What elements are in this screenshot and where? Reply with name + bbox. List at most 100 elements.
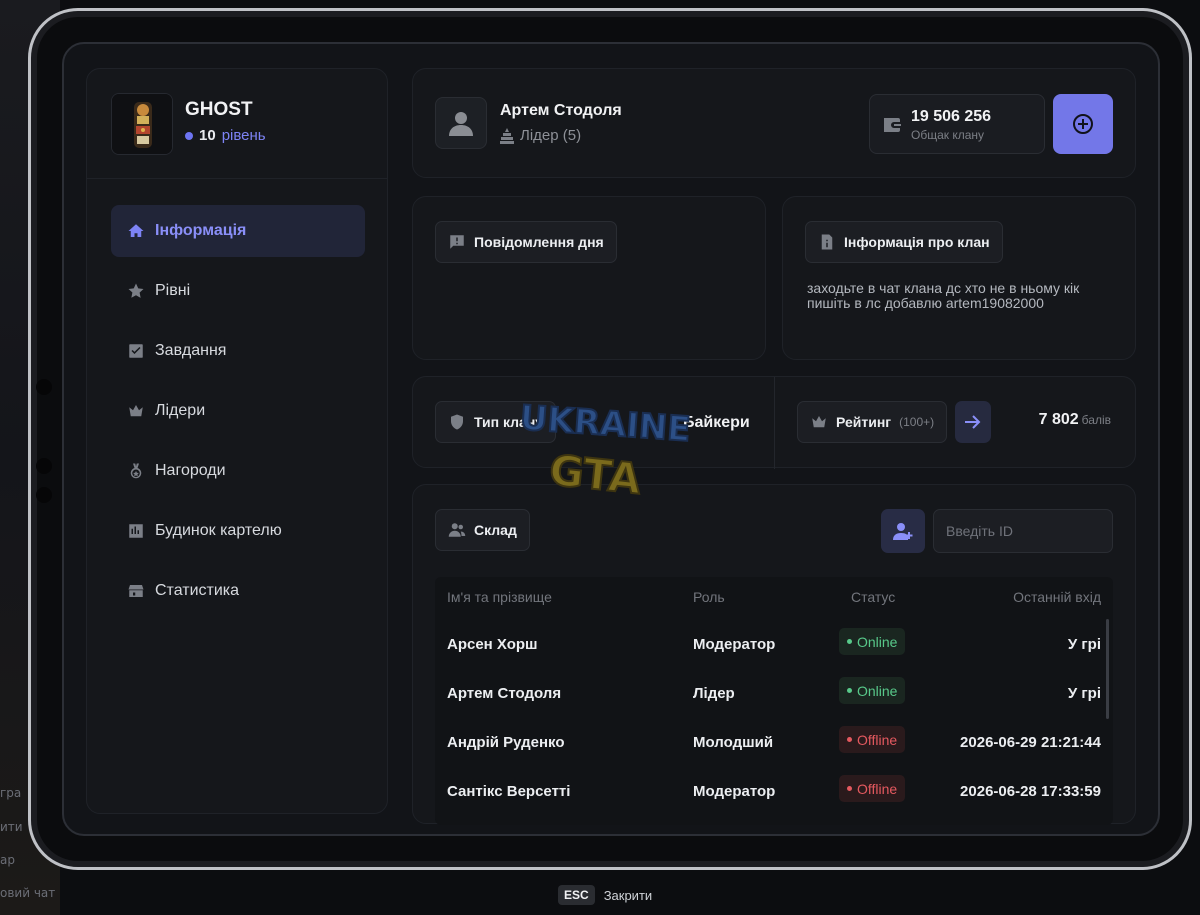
table-scrollbar[interactable] [1106,619,1109,719]
status-dot-icon [847,737,852,742]
sidebar-item-label: Будинок картелю [155,522,282,539]
sidebar-item-label: Статистика [155,582,240,599]
user-role: Лідер (5) [500,127,581,144]
member-last-login: У грі [1067,636,1101,653]
invite-member-button[interactable] [881,509,925,553]
column-header-name: Ім'я та прізвище [447,589,552,605]
member-role: Молодший [693,734,774,751]
sidebar-item-label: Завдання [155,342,227,359]
watermark-line2: GTA [547,445,644,503]
clan-info-panel: Інформація про клан заходьте в чат клана… [782,196,1136,360]
status-badge: Online [839,628,906,655]
column-header-role: Роль [693,589,725,605]
bank-label: Общак клану [911,128,985,142]
column-header-status: Статус [851,589,896,605]
close-hint[interactable]: ESC Закрити [558,885,652,905]
column-header-last-login: Останній вхід [1013,589,1101,605]
clan-header: GHOST 10 рівень [87,69,387,179]
add-user-icon [893,523,913,540]
sidebar-item-label: Нагороди [155,462,226,479]
sidebar-item-tasks[interactable]: Завдання [111,325,365,377]
member-last-login: 2026-06-29 21:21:44 [960,734,1101,751]
member-role: Модератор [693,636,776,653]
clan-level-number: 10 [199,127,216,144]
rating-unit: балів [1081,413,1111,427]
status-label: Offline [857,731,898,748]
member-role: Модератор [693,783,776,800]
crown-icon [812,416,826,428]
status-dot-icon [847,688,852,693]
divider [774,377,775,469]
bank-amount: 19 506 256 [911,108,992,125]
clan-emblem-icon [112,94,172,154]
user-name: Артем Стодоля [500,102,622,119]
background-text: гра [0,786,22,800]
clan-avatar [111,93,173,155]
sidebar-item-levels[interactable]: Рівні [111,265,365,317]
arrow-right-icon [965,415,981,429]
status-label: Online [857,682,898,699]
rating-open-button[interactable] [955,401,991,443]
member-name: Арсен Хорш [447,636,538,653]
watermark-line1: UKRAINE [519,398,692,450]
status-dot-icon [847,639,852,644]
esc-key: ESC [558,885,595,905]
alert-message-icon [450,235,464,249]
crown-icon [129,405,143,417]
member-name: Андрій Руденко [447,734,565,751]
sidebar-item-statistics[interactable]: Статистика [111,565,365,617]
members-label: Склад [435,509,530,551]
status-badge: Offline [839,726,906,753]
status-label: Offline [857,780,898,797]
medal-icon [130,463,142,479]
close-label: Закрити [603,887,653,903]
rating-subtitle: (100+) [899,415,935,429]
sidebar-item-cartel-house[interactable]: Будинок картелю [111,505,365,557]
rank-icon [500,127,514,144]
store-icon [128,585,144,597]
table-row[interactable]: Сантікс Версетті Модератор Offline 2026-… [435,766,1113,815]
status-dot-icon [847,786,852,791]
clan-info-text: заходьте в чат клана дс хто не в ньому к… [807,280,1080,311]
user-role-label: Лідер (5) [520,127,582,144]
ukraine-gta-logo-watermark: UKRAINE GTA [518,397,693,505]
members-panel: Склад Ім'я та прізвище Роль Статус Остан… [412,484,1136,825]
message-of-day-panel: Повідомлення дня [412,196,766,360]
sidebar-item-info[interactable]: Інформація [111,205,365,257]
table-row[interactable]: Арсен Хорш Модератор Online У грі [435,619,1113,668]
members-table: Ім'я та прізвище Роль Статус Останній вх… [435,577,1113,825]
checkbox-icon [129,344,143,358]
rating-points: 7 802 [1038,411,1079,428]
table-row[interactable]: Андрій Руденко Молодший Offline 2026-06-… [435,717,1113,766]
star-icon [128,283,144,298]
table-row[interactable]: Артем Стодоля Лідер Online У грі [435,668,1113,717]
rating-label: Рейтинг (100+) [797,401,948,443]
clan-info-title: Інформація про клан [844,234,990,250]
status-label: Online [857,633,898,650]
info-document-icon [821,234,833,250]
user-icon [449,112,473,136]
group-icon [448,523,466,537]
sidebar-item-label: Інформація [155,222,247,239]
shield-icon [451,414,463,430]
deposit-button[interactable] [1053,94,1113,154]
clan-info-label: Інформація про клан [805,221,1003,263]
rating-value: 7 802 балів [1039,411,1111,429]
sidebar-item-leaders[interactable]: Лідери [111,385,365,437]
background-text: овий чат [0,886,56,900]
sidebar-item-label: Лідери [155,402,206,419]
wallet-icon [884,118,901,132]
status-badge: Offline [839,775,906,802]
profile-header: Артем Стодоля Лідер (5) 19 506 256 Общак… [412,68,1136,178]
member-name: Артем Стодоля [447,685,562,702]
member-last-login: 2026-06-28 17:33:59 [960,783,1101,800]
message-of-day-title: Повідомлення дня [474,234,604,250]
tablet-camera [36,379,52,395]
member-id-input[interactable] [933,509,1113,553]
sidebar-item-awards[interactable]: Нагороди [111,445,365,497]
member-last-login: У грі [1067,685,1101,702]
message-of-day-label: Повідомлення дня [435,221,617,263]
level-dot-icon [185,131,193,140]
clan-level: 10 рівень [185,127,266,144]
sidebar: GHOST 10 рівень Інформація Рівні Завданн… [86,68,388,814]
